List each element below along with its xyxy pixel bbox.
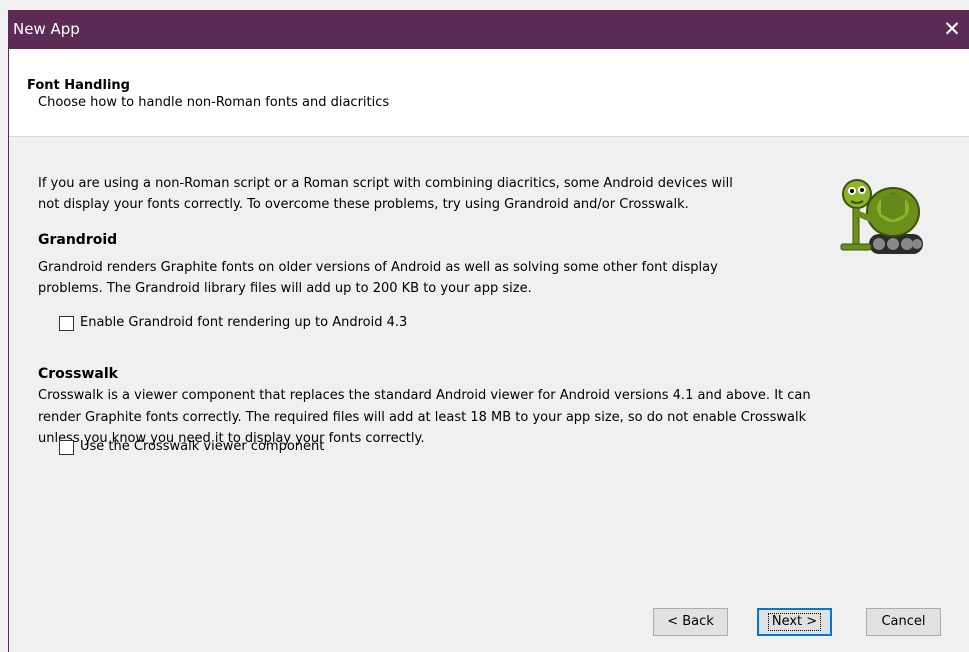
new-app-dialog: New App ✕ Font Handling Choose how to ha… — [8, 10, 969, 652]
cancel-button[interactable]: Cancel — [866, 608, 941, 636]
crosswalk-line-1: Crosswalk is a viewer component that rep… — [38, 388, 811, 403]
grandroid-line-1: Grandroid renders Graphite fonts on olde… — [38, 260, 718, 275]
next-button-label: Next > — [767, 613, 822, 631]
grandroid-line-2: problems. The Grandroid library files wi… — [38, 281, 532, 296]
crosswalk-checkbox-label[interactable]: Use the Crosswalk viewer component — [80, 438, 324, 456]
intro-line-1: If you are using a non-Roman script or a… — [38, 176, 733, 191]
wizard-header: Font Handling Choose how to handle non-R… — [9, 49, 969, 137]
robot-turtle-mascot-icon — [840, 179, 923, 254]
page-title: Font Handling — [27, 78, 130, 93]
back-button-label: < Back — [667, 614, 714, 629]
back-button[interactable]: < Back — [653, 608, 728, 636]
crosswalk-checkbox[interactable] — [59, 439, 74, 455]
crosswalk-line-2: render Graphite fonts correctly. The req… — [38, 410, 807, 425]
window-title: New App — [13, 20, 80, 38]
page-subtitle: Choose how to handle non-Roman fonts and… — [38, 95, 390, 110]
cancel-button-label: Cancel — [881, 614, 926, 629]
title-bar: New App ✕ — [9, 10, 969, 49]
close-button[interactable]: ✕ — [934, 10, 969, 49]
intro-line-2: not display your fonts correctly. To ove… — [38, 197, 689, 212]
grandroid-checkbox-row[interactable]: Enable Grandroid font rendering up to An… — [59, 314, 407, 332]
crosswalk-title: Crosswalk — [38, 366, 118, 382]
crosswalk-checkbox-row[interactable]: Use the Crosswalk viewer component — [59, 438, 324, 456]
grandroid-checkbox[interactable] — [59, 315, 74, 331]
next-button[interactable]: Next > — [757, 608, 832, 636]
grandroid-title: Grandroid — [38, 232, 118, 248]
grandroid-checkbox-label[interactable]: Enable Grandroid font rendering up to An… — [80, 314, 407, 332]
